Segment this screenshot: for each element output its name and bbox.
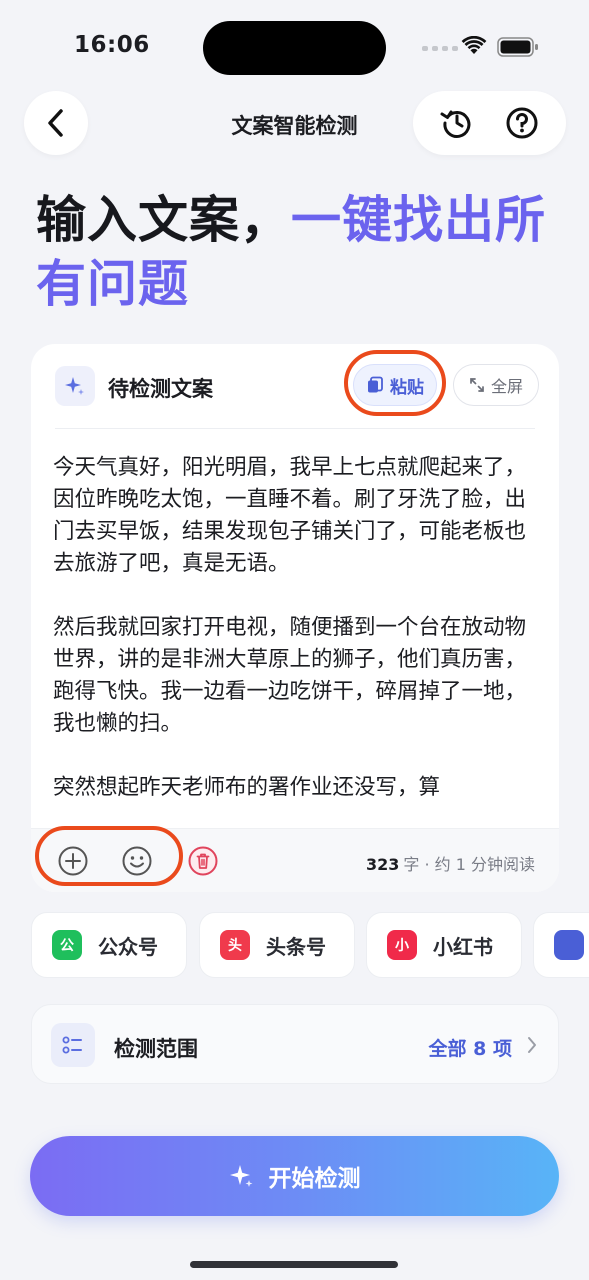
expand-icon: [470, 378, 484, 392]
platform-badge-icon: [554, 930, 584, 960]
text-paragraph: 突然想起昨天老师布的署作业还没写，算: [53, 775, 441, 800]
editor-header: 待检测文案 粘贴 全屏: [31, 344, 559, 428]
chevron-right-icon: [528, 1037, 536, 1053]
paste-button[interactable]: 粘贴: [353, 364, 437, 406]
trash-icon[interactable]: [187, 845, 219, 877]
headline-part1: 输入文案，: [36, 191, 291, 249]
text-paragraph: 今天气真好，阳光明眉，我早上七点就爬起来了，因位昨晚吃太饱，一直睡不着。刷了牙洗…: [53, 455, 527, 576]
text-input[interactable]: 今天气真好，阳光明眉，我早上七点就爬起来了，因位昨晚吃太饱，一直睡不着。刷了牙洗…: [53, 452, 533, 828]
clipboard-icon: [368, 376, 383, 393]
paste-label: 粘贴: [390, 377, 424, 398]
platform-label: 公众号: [98, 934, 158, 959]
word-count-number: 323: [365, 855, 400, 874]
platform-label: 头条号: [266, 934, 326, 959]
platform-chip[interactable]: 小 小红书: [366, 912, 522, 978]
sparkle-icon: [229, 1165, 252, 1187]
headline: 输入文案，一键找出所有问题: [36, 188, 556, 316]
platform-label: 小红书: [433, 934, 493, 959]
help-circle-icon[interactable]: [504, 105, 540, 141]
list-icon: [51, 1023, 95, 1067]
battery-icon: [497, 37, 538, 57]
platform-chip[interactable]: 头 头条号: [199, 912, 355, 978]
dynamic-island: [203, 21, 386, 75]
start-detection-button[interactable]: 开始检测: [30, 1136, 559, 1216]
home-indicator: [190, 1261, 398, 1268]
platform-chip[interactable]: 公 公众号: [31, 912, 187, 978]
status-time: 16:06: [74, 32, 150, 58]
word-count-unit: 字 · 约 1 分钟阅读: [403, 855, 535, 874]
history-icon[interactable]: [439, 105, 475, 141]
fullscreen-label: 全屏: [490, 377, 523, 396]
toutiao-badge-icon: 头: [220, 930, 250, 960]
xiaohongshu-badge-icon: 小: [387, 930, 417, 960]
scope-value: 全部 8 项: [428, 1038, 512, 1060]
start-button-label: 开始检测: [268, 1166, 361, 1192]
nav-actions: [413, 91, 566, 155]
word-count: 323 字 · 约 1 分钟阅读: [366, 851, 535, 875]
editor-title: 待检测文案: [108, 377, 213, 401]
text-paragraph: 然后我就回家打开电视，随便播到一个台在放动物世界，讲的是非洲大草原上的狮子，他们…: [53, 615, 527, 736]
emoji-icon[interactable]: [121, 845, 153, 877]
platform-selector: 公 公众号 头 头条号 小 小红书: [31, 912, 589, 980]
wifi-icon: [461, 36, 487, 54]
fullscreen-button[interactable]: 全屏: [453, 364, 539, 406]
cellular-signal-icon: [422, 46, 458, 51]
platform-chip[interactable]: [533, 912, 589, 978]
divider: [55, 428, 535, 429]
status-bar: 16:06: [0, 0, 589, 90]
sparkle-icon: [55, 366, 95, 406]
editor-card: 待检测文案 粘贴 全屏 今天气真好，阳光明眉，我早上七点就爬起来了，因位昨晚吃太…: [31, 344, 559, 892]
wechat-badge-icon: 公: [52, 930, 82, 960]
editor-toolbar: 323 字 · 约 1 分钟阅读: [31, 826, 559, 892]
detection-scope-row[interactable]: 检测范围 全部 8 项: [31, 1004, 559, 1084]
scope-label: 检测范围: [114, 1037, 198, 1061]
add-circle-icon[interactable]: [57, 845, 89, 877]
